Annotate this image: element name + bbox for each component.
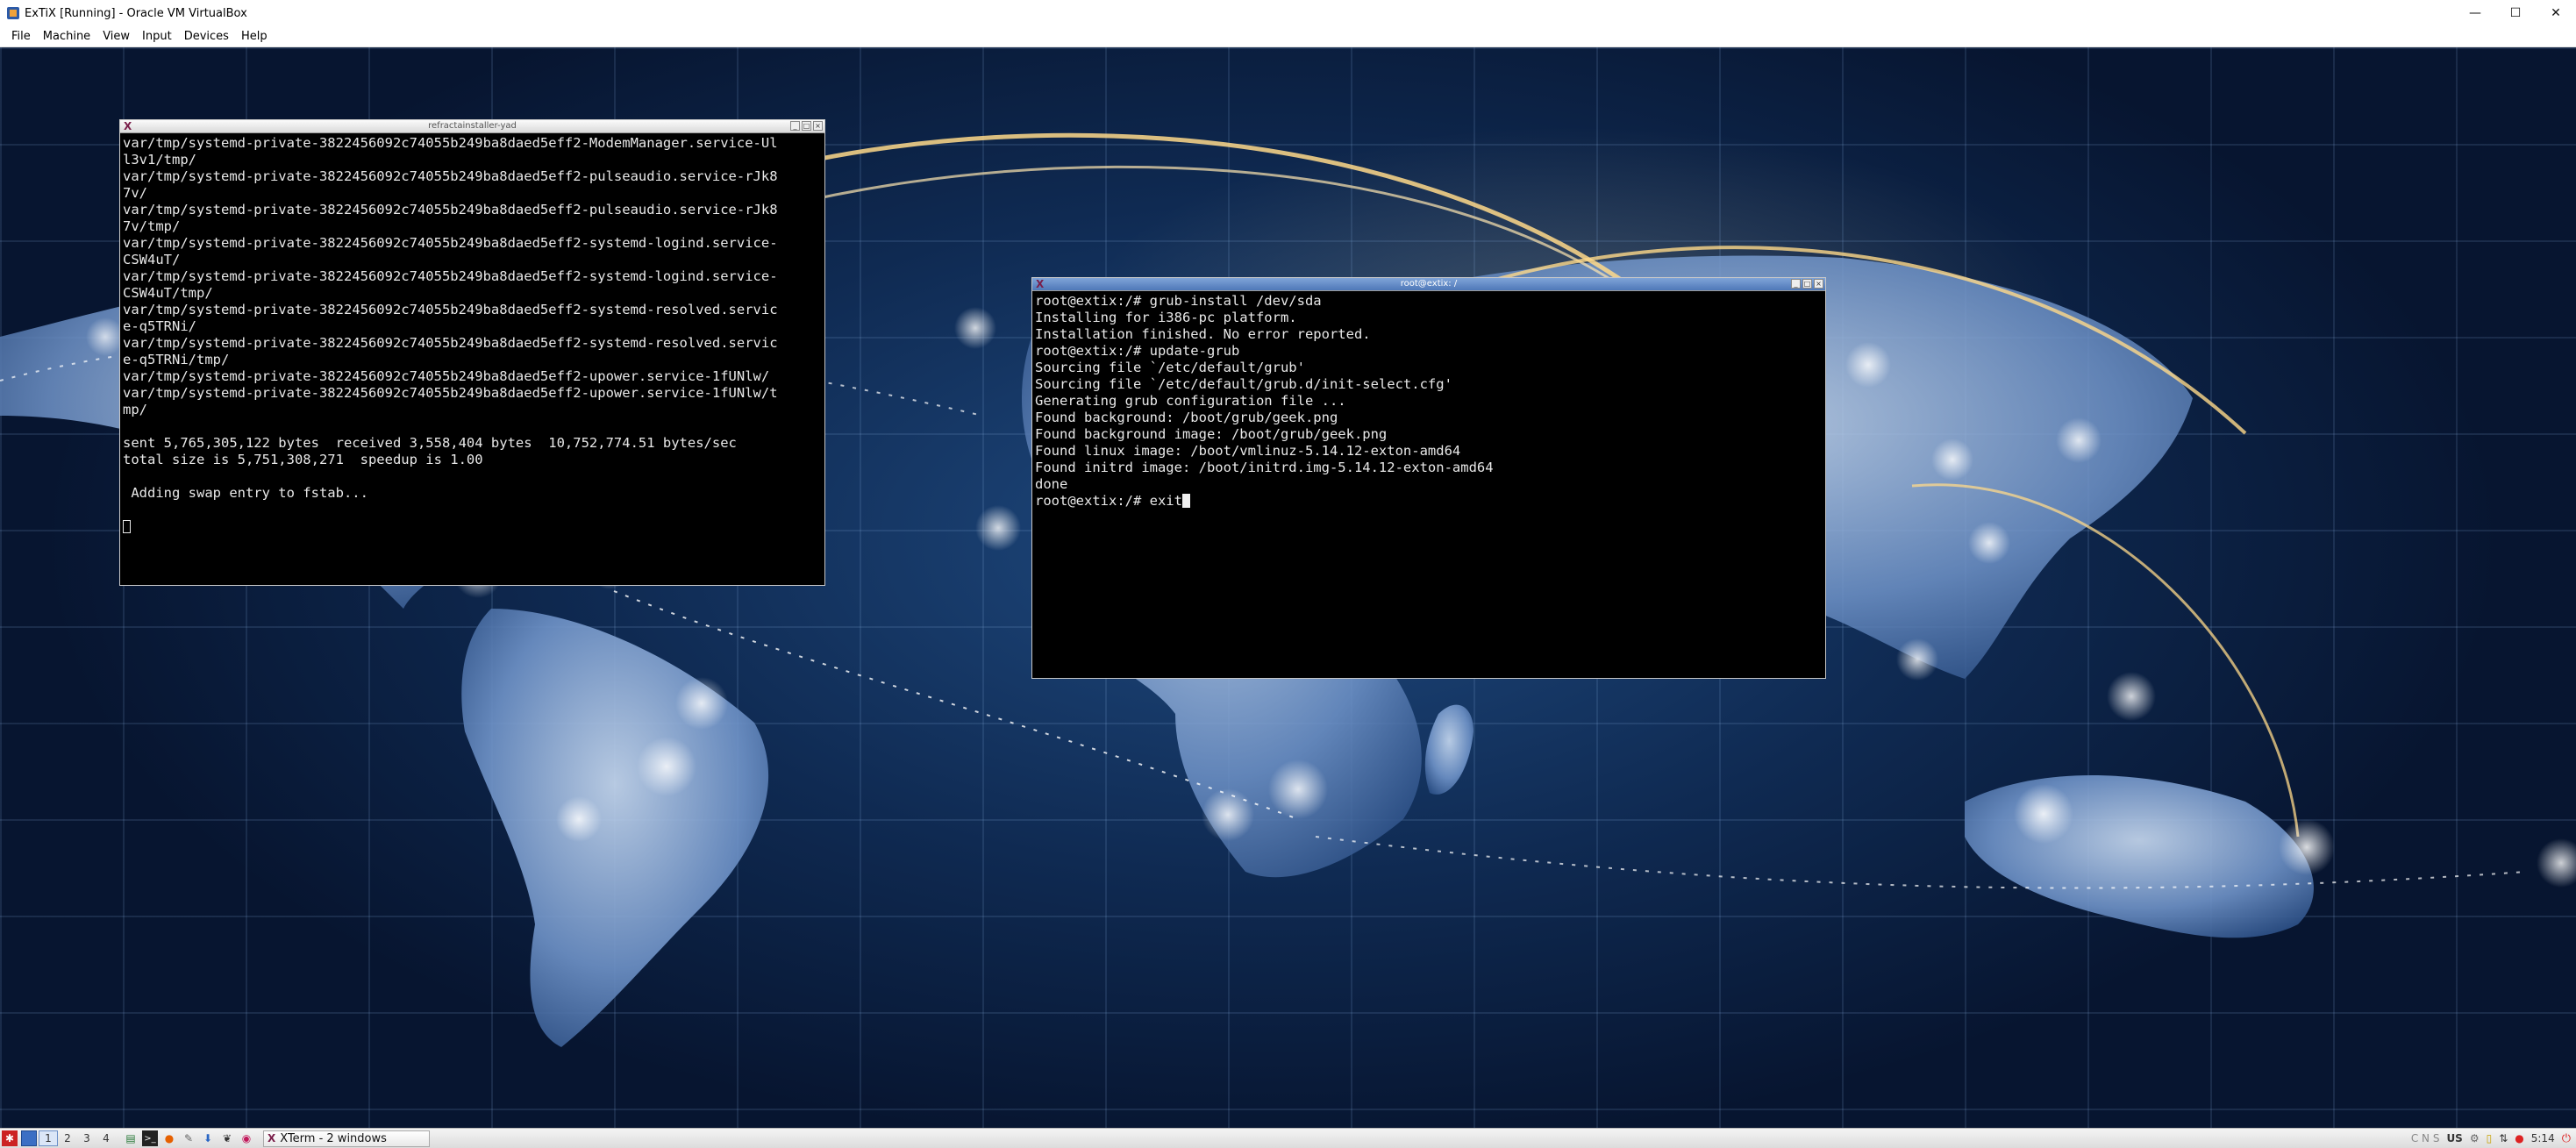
workspace-2[interactable]: 2 xyxy=(58,1130,77,1146)
xterm-minimize-button[interactable]: _ xyxy=(790,121,800,131)
taskbar-xterm-group[interactable]: X XTerm - 2 windows xyxy=(263,1130,430,1147)
menu-machine[interactable]: Machine xyxy=(37,30,96,43)
xterm-maximize-button[interactable]: □ xyxy=(1802,279,1812,289)
network-icon[interactable]: ⇅ xyxy=(2499,1132,2508,1144)
terminal-line: var/tmp/systemd-private-3822456092c74055… xyxy=(123,168,778,184)
terminal-line: mp/ xyxy=(123,402,147,417)
guest-taskbar: ✱ 1 2 3 4 ▤ >_ ● ✎ ⬇ ❦ ◉ X XTerm - 2 win… xyxy=(0,1128,2576,1148)
terminal-output[interactable]: var/tmp/systemd-private-3822456092c74055… xyxy=(120,133,824,537)
host-window-title: ExTiX [Running] - Oracle VM VirtualBox xyxy=(25,6,247,20)
xterm-root-window[interactable]: X root@extix: / _ □ × root@extix:/# grub… xyxy=(1031,277,1826,679)
terminal-line: Installation finished. No error reported… xyxy=(1035,326,1371,342)
terminal-line: CSW4uT/tmp/ xyxy=(123,285,213,301)
terminal-line: sent 5,765,305,122 bytes received 3,558,… xyxy=(123,435,737,451)
terminal-line: CSW4uT/ xyxy=(123,252,181,267)
terminal-line: var/tmp/systemd-private-3822456092c74055… xyxy=(123,235,778,251)
terminal-line: var/tmp/systemd-private-3822456092c74055… xyxy=(123,335,778,351)
menu-devices[interactable]: Devices xyxy=(178,30,235,43)
xterm-task-icon: X xyxy=(268,1132,276,1144)
terminal-line: Adding swap entry to fstab... xyxy=(123,485,368,501)
xterm-minimize-button[interactable]: _ xyxy=(1791,279,1801,289)
terminal-line: done xyxy=(1035,476,1068,492)
menu-input[interactable]: Input xyxy=(136,30,178,43)
lock-indicators: C N S xyxy=(2410,1132,2440,1144)
terminal-prompt: root@extix:/# exit xyxy=(1035,493,1182,509)
terminal-line: 7v/tmp/ xyxy=(123,218,181,234)
terminal-line: e-q5TRNi/tmp/ xyxy=(123,352,230,367)
menu-help[interactable]: Help xyxy=(235,30,274,43)
power-icon[interactable]: ⏻ xyxy=(2562,1132,2571,1145)
terminal-cursor xyxy=(123,520,131,533)
terminal-line: e-q5TRNi/ xyxy=(123,318,196,334)
window-controls: — ☐ ✕ xyxy=(2455,0,2576,26)
download-icon[interactable]: ⬇ xyxy=(200,1130,216,1146)
xterm-close-button[interactable]: × xyxy=(1814,279,1823,289)
terminal-line: 7v/ xyxy=(123,185,147,201)
xterm-titlebar[interactable]: X refractainstaller-yad _ □ × xyxy=(120,120,824,133)
terminal-line: Generating grub configuration file ... xyxy=(1035,393,1346,409)
media-player-icon[interactable]: ◉ xyxy=(239,1130,254,1146)
refracta-icon[interactable]: ❦ xyxy=(219,1130,235,1146)
keyboard-layout-indicator[interactable]: US xyxy=(2446,1132,2462,1144)
show-desktop-icon[interactable] xyxy=(21,1130,37,1146)
terminal-cursor xyxy=(1181,494,1190,508)
terminal-line: root@extix:/# update-grub xyxy=(1035,343,1240,359)
terminal-line: var/tmp/systemd-private-3822456092c74055… xyxy=(123,202,778,217)
terminal-line: Sourcing file `/etc/default/grub.d/init-… xyxy=(1035,376,1452,392)
menu-view[interactable]: View xyxy=(96,30,136,43)
xterm-window-title: root@extix: / xyxy=(1400,279,1458,289)
taskbar-task-label: XTerm - 2 windows xyxy=(280,1131,387,1145)
text-editor-icon[interactable]: ✎ xyxy=(181,1130,196,1146)
close-button[interactable]: ✕ xyxy=(2536,0,2576,26)
terminal-prompt-line[interactable]: root@extix:/# exit xyxy=(1035,493,1823,510)
terminal-line: Found background: /boot/grub/geek.png xyxy=(1035,410,1338,425)
file-manager-icon[interactable]: ▤ xyxy=(123,1130,139,1146)
terminal-line: var/tmp/systemd-private-3822456092c74055… xyxy=(123,302,778,317)
maximize-button[interactable]: ☐ xyxy=(2495,0,2536,26)
system-tray: C N S US ⚙ ▯ ⇅ ● 5:14 ⏻ xyxy=(2411,1129,2576,1148)
menu-file[interactable]: File xyxy=(5,30,37,43)
terminal-line: Found background image: /boot/grub/geek.… xyxy=(1035,426,1388,442)
terminal-line: var/tmp/systemd-private-3822456092c74055… xyxy=(123,385,778,401)
terminal-line: root@extix:/# grub-install /dev/sda xyxy=(1035,293,1322,309)
xterm-titlebar[interactable]: X root@extix: / _ □ × xyxy=(1032,278,1825,291)
xterm-installer-window[interactable]: X refractainstaller-yad _ □ × var/tmp/sy… xyxy=(119,119,825,586)
terminal-line: Installing for i386-pc platform. xyxy=(1035,310,1297,325)
clipboard-icon[interactable]: ▯ xyxy=(2487,1132,2493,1144)
workspace-3[interactable]: 3 xyxy=(77,1130,96,1146)
terminal-line: Found initrd image: /boot/initrd.img-5.1… xyxy=(1035,460,1494,475)
xterm-maximize-button[interactable]: □ xyxy=(802,121,811,131)
terminal-line: var/tmp/systemd-private-3822456092c74055… xyxy=(123,268,778,284)
terminal-line: l3v1/tmp/ xyxy=(123,152,196,168)
firefox-icon[interactable]: ● xyxy=(161,1130,177,1146)
terminal-line: total size is 5,751,308,271 speedup is 1… xyxy=(123,452,483,467)
terminal-cursor-line xyxy=(123,518,822,535)
terminal-line: var/tmp/systemd-private-3822456092c74055… xyxy=(123,368,770,384)
terminal-line: Sourcing file `/etc/default/grub' xyxy=(1035,360,1305,375)
guest-desktop[interactable]: X refractainstaller-yad _ □ × var/tmp/sy… xyxy=(0,47,2576,1128)
terminal-launcher-icon[interactable]: >_ xyxy=(142,1130,158,1146)
terminal-output[interactable]: root@extix:/# grub-install /dev/sda Insta… xyxy=(1032,291,1825,511)
workspace-1[interactable]: 1 xyxy=(39,1130,58,1146)
start-menu-icon[interactable]: ✱ xyxy=(2,1130,18,1146)
xterm-close-button[interactable]: × xyxy=(813,121,823,131)
host-titlebar: ExTiX [Running] - Oracle VM VirtualBox —… xyxy=(0,0,2576,26)
settings-icon[interactable]: ⚙ xyxy=(2470,1132,2480,1144)
terminal-line: var/tmp/systemd-private-3822456092c74055… xyxy=(123,135,778,151)
notification-icon[interactable]: ● xyxy=(2515,1132,2523,1144)
clock[interactable]: 5:14 xyxy=(2531,1132,2555,1144)
host-menubar: File Machine View Input Devices Help xyxy=(0,26,2576,47)
workspace-4[interactable]: 4 xyxy=(96,1130,116,1146)
terminal-line: Found linux image: /boot/vmlinuz-5.14.12… xyxy=(1035,443,1461,459)
minimize-button[interactable]: — xyxy=(2455,0,2495,26)
virtualbox-icon xyxy=(7,7,19,19)
xterm-window-title: refractainstaller-yad xyxy=(428,121,517,131)
